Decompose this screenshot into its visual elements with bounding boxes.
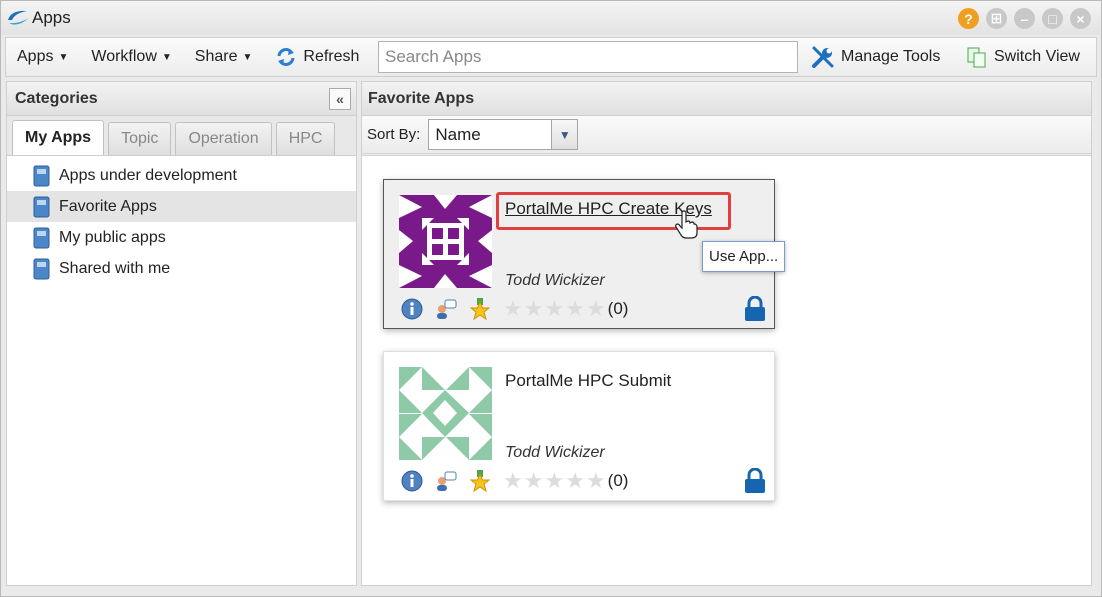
sort-bar: Sort By: Name ▼: [362, 116, 1091, 154]
wrench-icon: [812, 46, 834, 68]
close-icon[interactable]: ×: [1070, 8, 1091, 29]
category-item-apps-under-development[interactable]: Apps under development: [7, 160, 356, 191]
category-item-my-public-apps[interactable]: My public apps: [7, 222, 356, 253]
comment-user-icon[interactable]: [435, 470, 457, 492]
apps-menu-button[interactable]: Apps ▼: [17, 48, 68, 66]
share-menu-label: Share: [194, 48, 238, 65]
star-icon[interactable]: ★: [544, 298, 564, 320]
chevron-down-icon[interactable]: ▼: [551, 120, 578, 149]
sort-by-label: Sort By:: [367, 126, 421, 143]
category-label: Shared with me: [59, 259, 171, 277]
apps-grid: PortalMe HPC Create Keys Todd Wickizer ★…: [362, 155, 1091, 585]
star-icon[interactable]: ★: [544, 470, 564, 492]
categories-header: Categories «: [7, 82, 356, 116]
app-author: Todd Wickizer: [505, 444, 605, 461]
window-controls: ? ⊞ – □ ×: [958, 8, 1091, 29]
search-input[interactable]: [378, 41, 798, 73]
switch-view-icon: [967, 47, 986, 68]
tab-hpc[interactable]: HPC: [275, 122, 336, 155]
app-author: Todd Wickizer: [505, 272, 605, 289]
rating-count: (0): [607, 471, 629, 490]
rating-count: (0): [607, 299, 629, 318]
lock-icon: [745, 468, 765, 493]
lock-icon: [745, 296, 765, 321]
favorite-apps-title: Favorite Apps: [368, 89, 475, 107]
categories-title: Categories: [15, 89, 98, 107]
star-icon[interactable]: ★: [503, 298, 523, 320]
favorite-star-icon[interactable]: [469, 298, 491, 320]
maximize-icon[interactable]: □: [1042, 8, 1063, 29]
refresh-button[interactable]: Refresh: [275, 46, 359, 68]
app-name-link[interactable]: PortalMe HPC Submit: [505, 371, 671, 391]
app-thumbnail-identicon: [399, 195, 492, 288]
tab-my-apps[interactable]: My Apps: [12, 120, 105, 155]
apps-menu-label: Apps: [17, 48, 54, 65]
star-icon[interactable]: ★: [586, 298, 606, 320]
app-thumbnail-identicon: [399, 367, 492, 460]
star-icon[interactable]: ★: [503, 470, 523, 492]
category-label: My public apps: [59, 228, 166, 246]
category-label: Favorite Apps: [59, 197, 157, 215]
categories-tabs: My Apps Topic Operation HPC: [7, 116, 356, 156]
caret-down-icon: ▼: [161, 51, 172, 63]
rating-stars[interactable]: ★ ★ ★ ★ ★: [503, 298, 606, 320]
tab-operation[interactable]: Operation: [175, 122, 272, 155]
comment-user-icon[interactable]: [435, 298, 457, 320]
favorite-star-icon[interactable]: [469, 470, 491, 492]
use-app-tooltip: Use App...: [702, 241, 786, 272]
app-logo-icon: [8, 10, 29, 25]
sort-select[interactable]: Name ▼: [428, 119, 579, 150]
help-icon[interactable]: ?: [958, 8, 979, 29]
app-card-actions: ★ ★ ★ ★ ★ (0): [401, 470, 628, 492]
category-item-shared-with-me[interactable]: Shared with me: [7, 253, 356, 284]
layout-icon[interactable]: ⊞: [986, 8, 1007, 29]
book-icon: [33, 196, 50, 217]
hand-cursor-icon: [675, 210, 698, 239]
info-icon[interactable]: [401, 298, 423, 320]
star-icon[interactable]: ★: [524, 298, 544, 320]
switch-view-label: Switch View: [994, 48, 1080, 65]
refresh-icon: [277, 48, 295, 66]
caret-down-icon: ▼: [58, 51, 69, 63]
star-icon[interactable]: ★: [524, 470, 544, 492]
title-bar: Apps ? ⊞ – □ ×: [1, 1, 1101, 35]
window-title: Apps: [32, 8, 71, 27]
rating-stars[interactable]: ★ ★ ★ ★ ★: [503, 470, 606, 492]
app-card[interactable]: PortalMe HPC Submit Todd Wickizer ★ ★ ★ …: [383, 351, 775, 501]
sort-value: Name: [435, 124, 481, 144]
favorite-apps-header: Favorite Apps: [362, 82, 1091, 116]
category-item-favorite-apps[interactable]: Favorite Apps: [7, 191, 356, 222]
collapse-double-chevron-icon[interactable]: «: [329, 88, 351, 110]
apps-window: Apps ? ⊞ – □ × Apps ▼ Workflow ▼ Share ▼: [0, 0, 1102, 597]
categories-panel: Categories « My Apps Topic Operation HPC…: [6, 81, 357, 586]
book-icon: [33, 258, 50, 279]
category-label: Apps under development: [59, 166, 237, 184]
star-icon[interactable]: ★: [565, 298, 585, 320]
info-icon[interactable]: [401, 470, 423, 492]
minimize-icon[interactable]: –: [1014, 8, 1035, 29]
caret-down-icon: ▼: [242, 51, 253, 63]
book-icon: [33, 165, 50, 186]
app-card-actions: ★ ★ ★ ★ ★ (0): [401, 298, 628, 320]
switch-view-button[interactable]: Switch View: [966, 46, 1080, 68]
manage-tools-button[interactable]: Manage Tools: [811, 45, 940, 69]
workflow-menu-button[interactable]: Workflow ▼: [91, 48, 171, 66]
share-menu-button[interactable]: Share ▼: [195, 48, 253, 66]
toolbar: Apps ▼ Workflow ▼ Share ▼ Refresh Search…: [5, 37, 1097, 77]
workflow-menu-label: Workflow: [91, 48, 157, 65]
tab-topic[interactable]: Topic: [108, 122, 172, 155]
star-icon[interactable]: ★: [586, 470, 606, 492]
favorite-apps-panel: Favorite Apps Sort By: Name ▼ PortalMe H…: [361, 81, 1092, 586]
refresh-label: Refresh: [303, 48, 360, 65]
star-icon[interactable]: ★: [565, 470, 585, 492]
book-icon: [33, 227, 50, 248]
category-list: Apps under development Favorite Apps My …: [7, 156, 356, 284]
manage-tools-label: Manage Tools: [841, 48, 941, 65]
